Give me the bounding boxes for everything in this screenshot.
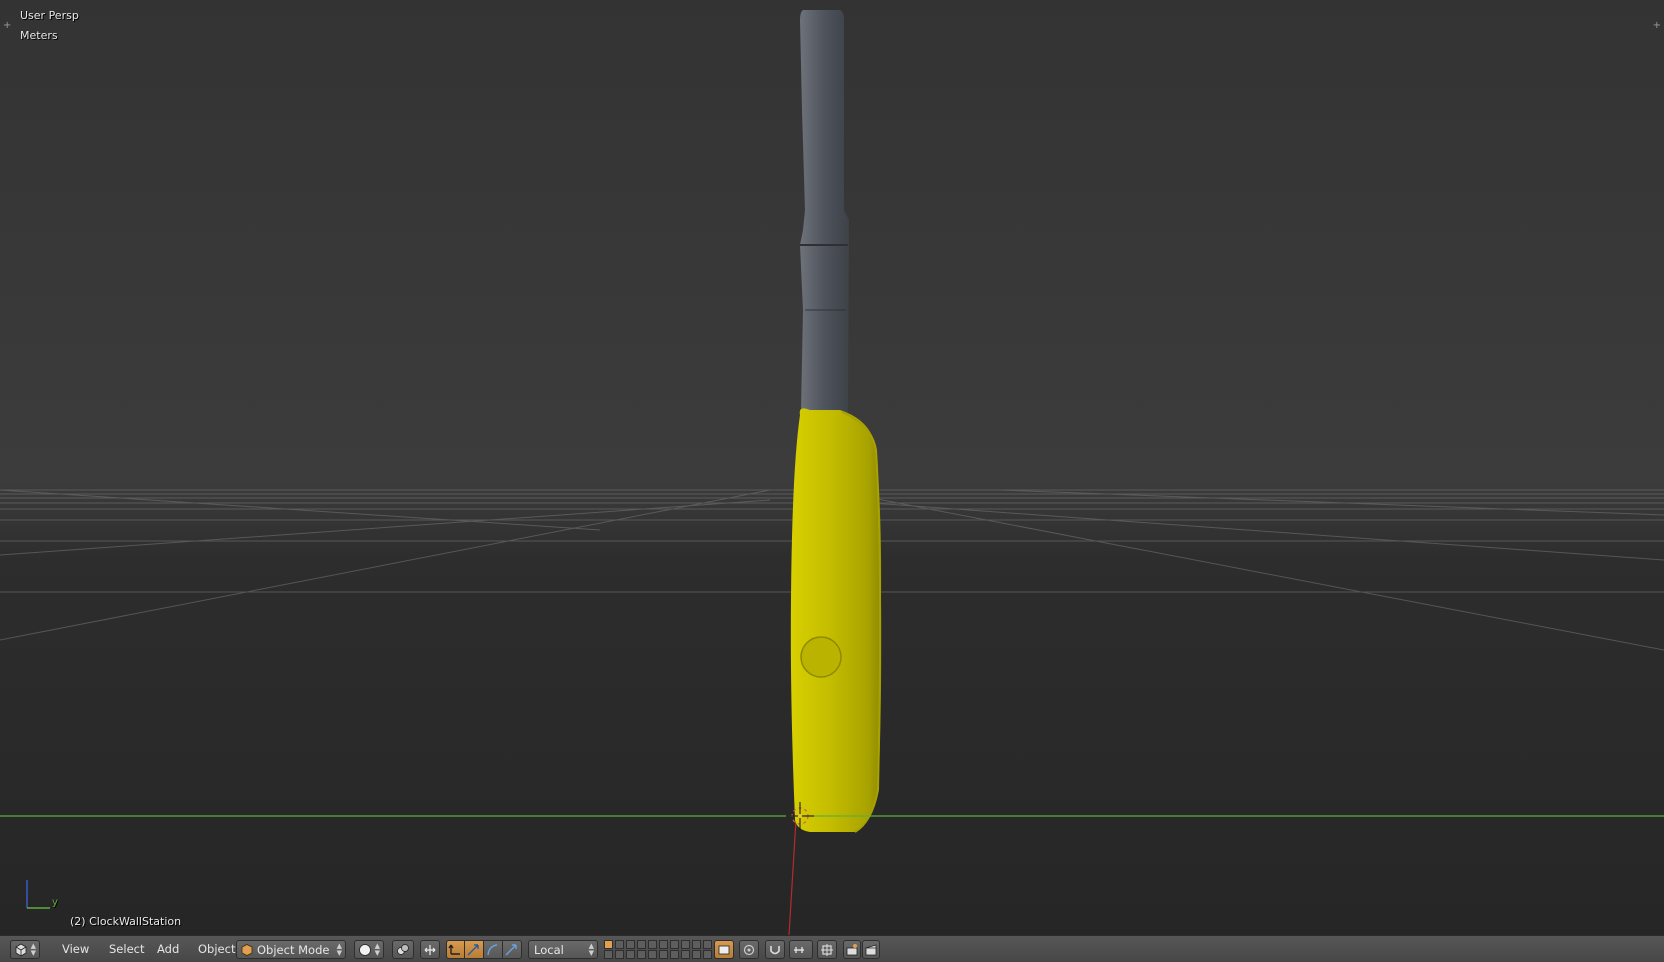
viewport-header: ▲ ▼ View Select Add Object Object Mode ▲ ▼… — [0, 935, 1664, 962]
grey-mesh — [800, 10, 849, 424]
menu-add[interactable]: Add — [151, 940, 185, 959]
3d-viewport[interactable]: User Persp Meters y (2) ClockWallStation… — [0, 0, 1664, 935]
transform-button[interactable] — [503, 940, 522, 959]
mode-value: Object Mode — [257, 943, 330, 957]
scale-icon — [487, 944, 498, 956]
transform-orientation-selector[interactable]: Local ▲ ▼ — [528, 940, 598, 959]
snap-toggle-button[interactable] — [765, 940, 785, 959]
rotate-button[interactable] — [465, 940, 484, 959]
opengl-render-icon — [865, 944, 877, 956]
proportional-edit-icon — [743, 944, 755, 956]
yellow-mesh[interactable] — [790, 408, 882, 833]
render-button[interactable] — [843, 940, 861, 959]
snap-element-selector[interactable] — [789, 940, 813, 959]
transform-arrow-icon — [505, 944, 517, 956]
snap-magnet-icon — [770, 946, 780, 955]
menu-view[interactable]: View — [56, 940, 95, 959]
area-split-corner-icon[interactable]: + — [3, 20, 11, 31]
snap-target-button[interactable] — [817, 940, 837, 959]
gizmo-y-label: y — [52, 897, 58, 908]
orientation-value: Local — [534, 943, 564, 957]
z-axis-line — [788, 819, 797, 935]
proportional-edit-button[interactable] — [739, 940, 759, 959]
axis-gizmo — [26, 880, 50, 909]
3d-view-icon — [15, 943, 27, 957]
manipulator-toggle-button[interactable] — [420, 940, 440, 959]
units-label: Meters — [20, 29, 58, 42]
menu-select[interactable]: Select — [103, 940, 150, 959]
lock-camera-icon — [718, 945, 730, 955]
snap-target-icon — [821, 944, 833, 956]
layers-group-2[interactable] — [659, 940, 712, 959]
manipulator-group — [446, 940, 522, 959]
object-mode-cube-icon — [241, 944, 253, 956]
area-split-corner-icon[interactable]: + — [1653, 20, 1661, 31]
editor-type-selector[interactable]: ▲ ▼ — [10, 940, 40, 959]
active-object-label: (2) ClockWallStation — [70, 915, 182, 928]
layers-group-1[interactable] — [604, 940, 657, 959]
solid-sphere-icon — [359, 944, 371, 956]
render-icon — [846, 944, 858, 956]
view-perspective-label: User Persp — [20, 9, 79, 22]
opengl-render-button[interactable] — [862, 940, 880, 959]
viewport-scene[interactable] — [0, 0, 1664, 935]
menu-object[interactable]: Object — [192, 940, 241, 959]
viewport-shading-selector[interactable]: ▲ ▼ — [354, 940, 384, 959]
mode-selector[interactable]: Object Mode ▲ ▼ — [236, 940, 346, 959]
scale-button[interactable] — [484, 940, 503, 959]
rotate-icon — [467, 944, 479, 956]
snap-element-icon — [794, 947, 804, 953]
lock-camera-button[interactable] — [714, 940, 734, 959]
pivot-point-selector[interactable] — [392, 940, 414, 959]
translate-button[interactable] — [446, 940, 465, 959]
manipulator-toggle-icon — [424, 945, 436, 955]
pivot-point-icon — [397, 944, 409, 955]
translate-icon — [448, 944, 460, 955]
